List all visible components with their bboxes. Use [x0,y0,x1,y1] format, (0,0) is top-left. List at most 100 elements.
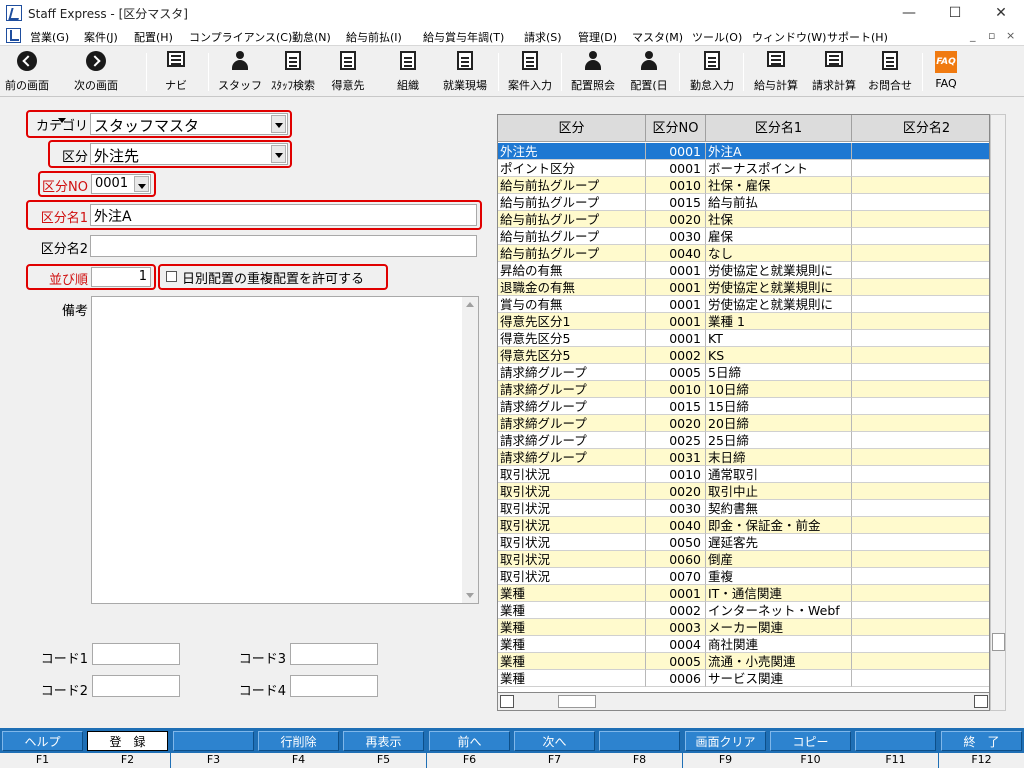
case-input-button[interactable]: 案件入力 [502,47,558,97]
cell-kubun-no[interactable]: 0001 [646,585,706,602]
cell-name1[interactable]: 雇保 [706,228,852,245]
cell-name2[interactable] [852,262,989,279]
mdi-close-button[interactable]: × [1006,29,1015,42]
cell-kubun[interactable]: 取引状況 [498,517,646,534]
fkey-f11-button[interactable] [855,731,936,751]
cell-kubun[interactable]: 取引状況 [498,500,646,517]
grid-header-kubun-no[interactable]: 区分NO [646,115,706,142]
table-row[interactable]: 給与前払グループ 0015 給与前払 [498,194,989,211]
cell-kubun-no[interactable]: 0020 [646,483,706,500]
code3-input[interactable] [290,643,378,665]
menu-support[interactable]: サポート(H) [827,29,888,45]
cell-name1[interactable]: ボーナスポイント [706,160,852,177]
fkey-f12-button[interactable]: 終 了 [941,731,1022,751]
cell-name1[interactable]: 流通・小売関連 [706,653,852,670]
cell-kubun-no[interactable]: 0031 [646,449,706,466]
assign-view-button[interactable]: 配置照会 [564,47,622,97]
fkey-f2-button[interactable]: 登 録 [87,731,168,751]
cell-name1[interactable]: IT・通信関連 [706,585,852,602]
cell-name1[interactable]: 5日締 [706,364,852,381]
contact-button[interactable]: お問合せ [862,47,918,97]
cell-name2[interactable] [852,279,989,296]
forward-button[interactable]: 次の画面 [66,47,126,97]
cell-kubun[interactable]: 取引状況 [498,483,646,500]
menu-haichi[interactable]: 配置(H) [134,29,173,45]
grid-header-name1[interactable]: 区分名1 [706,115,852,142]
category-select[interactable]: スタッフマスタ [90,113,288,135]
cell-kubun-no[interactable]: 0001 [646,262,706,279]
cell-kubun-no[interactable]: 0003 [646,619,706,636]
mdi-minimize-button[interactable]: _ [970,29,976,42]
table-row[interactable]: 取引状況 0020 取引中止 [498,483,989,500]
cell-kubun[interactable]: 昇給の有無 [498,262,646,279]
fkey-f6-button[interactable]: 前へ [429,731,510,751]
menu-payroll[interactable]: 給与賞与年調(T) [423,29,504,45]
code1-input[interactable] [92,643,180,665]
table-row[interactable]: 給与前払グループ 0030 雇保 [498,228,989,245]
cell-name2[interactable] [852,670,989,687]
kubun-select[interactable]: 外注先 [90,143,288,165]
code4-input[interactable] [290,675,378,697]
fkey-f9-button[interactable]: 画面クリア [685,731,766,751]
cell-kubun[interactable]: 請求締グループ [498,432,646,449]
cell-name1[interactable]: 社保・雇保 [706,177,852,194]
org-button[interactable]: 組織 [386,47,430,97]
menu-compliance[interactable]: コンプライアンス(C) [189,29,292,45]
cell-kubun[interactable]: 請求締グループ [498,381,646,398]
menu-master[interactable]: マスタ(M) [632,29,683,45]
menu-tools[interactable]: ツール(O) [692,29,742,45]
cell-name2[interactable] [852,194,989,211]
cell-name1[interactable]: メーカー関連 [706,619,852,636]
cell-name1[interactable]: 重複 [706,568,852,585]
cell-kubun[interactable]: ポイント区分 [498,160,646,177]
cell-kubun[interactable]: 取引状況 [498,568,646,585]
cell-kubun-no[interactable]: 0070 [646,568,706,585]
cell-kubun[interactable]: 業種 [498,670,646,687]
staff-search-button[interactable]: ｽﾀｯﾌ検索 [264,47,322,97]
cell-name2[interactable] [852,551,989,568]
scroll-left-icon[interactable] [500,695,514,708]
billing-button[interactable]: 請求計算 [806,47,862,97]
table-row[interactable]: 退職金の有無 0001 労使協定と就業規則に [498,279,989,296]
cell-kubun[interactable]: 給与前払グループ [498,177,646,194]
cell-kubun-no[interactable]: 0001 [646,296,706,313]
chevron-down-icon[interactable] [271,145,286,163]
scroll-up-icon[interactable] [466,302,474,307]
cell-kubun[interactable]: 得意先区分5 [498,347,646,364]
scroll-down-icon[interactable] [466,593,474,598]
table-row[interactable]: 請求締グループ 0005 5日締 [498,364,989,381]
faq-button[interactable]: FAQ FAQ [926,47,966,97]
cell-name2[interactable] [852,432,989,449]
cell-name1[interactable]: 労使協定と就業規則に [706,279,852,296]
minimize-button[interactable]: — [886,0,932,26]
cell-kubun-no[interactable]: 0050 [646,534,706,551]
grid-hscroll-thumb[interactable] [558,695,596,708]
table-row[interactable]: 請求締グループ 0020 20日締 [498,415,989,432]
cell-name2[interactable] [852,381,989,398]
table-row[interactable]: 請求締グループ 0015 15日締 [498,398,989,415]
table-row[interactable]: 得意先区分5 0001 KT [498,330,989,347]
cell-kubun-no[interactable]: 0030 [646,500,706,517]
table-row[interactable]: 業種 0005 流通・小売関連 [498,653,989,670]
cell-name1[interactable]: 商社関連 [706,636,852,653]
cell-name1[interactable]: 労使協定と就業規則に [706,262,852,279]
cell-kubun[interactable]: 業種 [498,636,646,653]
cell-kubun[interactable]: 取引状況 [498,551,646,568]
cell-kubun-no[interactable]: 0001 [646,160,706,177]
table-row[interactable]: 業種 0006 サービス関連 [498,670,989,687]
payroll-button[interactable]: 給与計算 [748,47,804,97]
cell-name2[interactable] [852,211,989,228]
cell-kubun[interactable]: 取引状況 [498,466,646,483]
table-row[interactable]: 請求締グループ 0031 末日締 [498,449,989,466]
fkey-f5-button[interactable]: 再表示 [343,731,424,751]
kubun-no-select[interactable]: 0001 [91,174,151,194]
grid-header-kubun[interactable]: 区分 [498,115,646,142]
table-row[interactable]: 業種 0003 メーカー関連 [498,619,989,636]
table-row[interactable]: 業種 0004 商社関連 [498,636,989,653]
cell-name1[interactable]: 給与前払 [706,194,852,211]
close-button[interactable]: ✕ [978,0,1024,26]
cell-kubun[interactable]: 業種 [498,653,646,670]
table-row[interactable]: 外注先 0001 外注A [498,143,989,160]
name2-input[interactable] [90,235,477,257]
back-button[interactable]: 前の画面 [0,47,54,97]
